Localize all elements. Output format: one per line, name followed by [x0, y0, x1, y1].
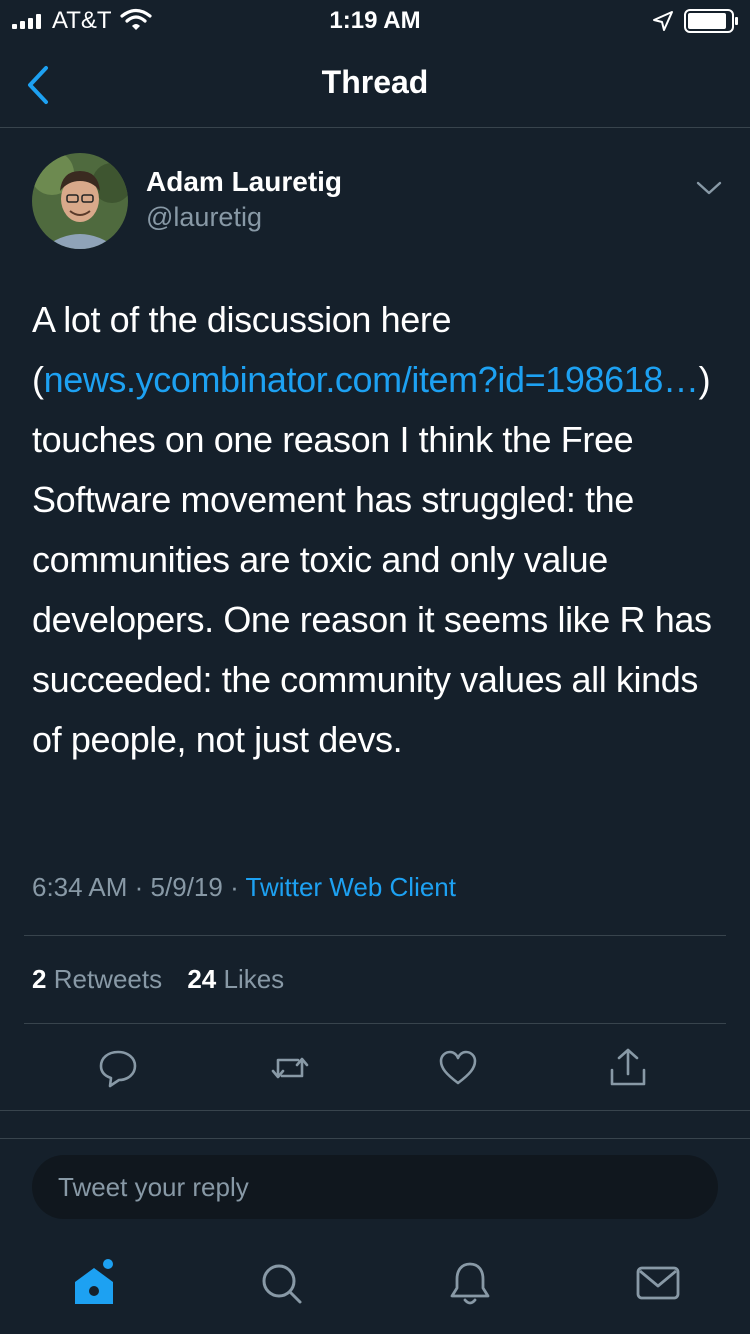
like-number: 24	[187, 964, 217, 994]
likes-label: Likes	[223, 964, 285, 994]
divider	[24, 1023, 726, 1024]
divider	[24, 935, 726, 936]
retweet-icon[interactable]	[268, 1046, 312, 1090]
reply-icon[interactable]	[96, 1046, 140, 1090]
thread-screen: AT&T 1:19 AM Thread Adam Lauretig @laure…	[0, 0, 750, 1334]
likes-count[interactable]: 24 Likes	[187, 964, 284, 994]
tweet-time: 6:34 AM	[32, 872, 128, 902]
retweets-label: Retweets	[53, 964, 163, 994]
battery-icon	[684, 9, 738, 33]
reply-input[interactable]	[32, 1155, 718, 1219]
tweet-text-rest: ) touches on one reason I think the Free…	[32, 359, 712, 760]
nav-header: Thread	[0, 40, 750, 128]
location-arrow-icon	[653, 11, 673, 31]
author-handle[interactable]: @lauretig	[146, 202, 262, 233]
avatar[interactable]	[32, 153, 128, 249]
tweet-source-link[interactable]: Twitter Web Client	[246, 872, 456, 902]
retweet-number: 2	[32, 964, 47, 994]
like-icon[interactable]	[436, 1046, 480, 1090]
meta-separator: ·	[134, 872, 144, 902]
page-title: Thread	[321, 64, 429, 100]
messages-icon[interactable]	[634, 1258, 682, 1308]
tweet-link[interactable]: news.ycombinator.com/item?id=198618…	[44, 359, 699, 400]
share-icon[interactable]	[606, 1046, 650, 1090]
engagement-counts: 2 Retweets 24 Likes	[32, 964, 302, 995]
search-icon[interactable]	[258, 1258, 306, 1308]
notifications-icon[interactable]	[446, 1258, 494, 1308]
author-name[interactable]: Adam Lauretig	[146, 166, 342, 198]
chevron-down-icon[interactable]	[694, 175, 724, 199]
tweet-date: 5/9/19	[150, 872, 223, 902]
retweets-count[interactable]: 2 Retweets	[32, 964, 162, 994]
meta-separator: ·	[230, 872, 239, 902]
tweet-timestamp: 6:34 AM · 5/9/19 · Twitter Web Client	[32, 872, 456, 903]
home-icon[interactable]	[70, 1258, 118, 1308]
divider	[0, 1110, 750, 1111]
tweet-text: A lot of the discussion here (news.ycomb…	[32, 290, 732, 770]
status-time: 1:19 AM	[329, 7, 421, 34]
status-bar: AT&T 1:19 AM	[0, 0, 750, 40]
